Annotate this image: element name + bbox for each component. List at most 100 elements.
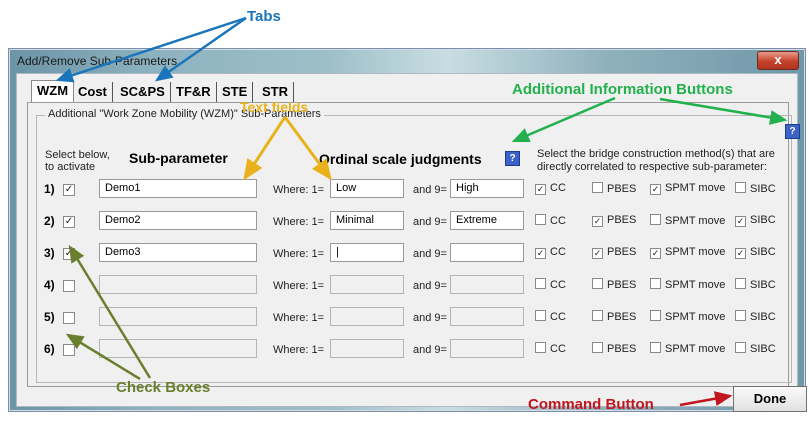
method-sibc-option[interactable]: SIBC — [735, 310, 776, 323]
method-spmt-label: SPMT move — [665, 246, 726, 258]
high-judgment-field[interactable]: Extreme — [450, 211, 524, 230]
method-cc-checkbox[interactable]: ✓ — [535, 184, 546, 195]
method-pbes-option[interactable]: ✓ PBES — [592, 246, 636, 259]
high-judgment-field[interactable]: High — [450, 179, 524, 198]
method-sibc-label: SIBC — [750, 279, 776, 291]
method-spmt-option[interactable]: ✓ SPMT move — [650, 182, 725, 195]
method-help-button[interactable]: ? — [785, 124, 800, 139]
high-judgment-field[interactable] — [450, 307, 524, 326]
method-cc-option[interactable]: ✓ CC — [535, 182, 566, 195]
sub-parameter-name-field[interactable] — [99, 339, 257, 358]
method-spmt-checkbox[interactable] — [650, 278, 661, 289]
activate-checkbox[interactable] — [63, 280, 75, 292]
method-spmt-checkbox[interactable] — [650, 310, 661, 321]
low-judgment-field[interactable] — [330, 275, 404, 294]
tab-tfr[interactable]: TF&R — [171, 82, 217, 102]
method-sibc-checkbox[interactable] — [735, 342, 746, 353]
tab-cost[interactable]: Cost — [73, 82, 113, 102]
low-judgment-field[interactable] — [330, 339, 404, 358]
method-spmt-option[interactable]: ✓ SPMT move — [650, 246, 725, 259]
high-judgment-field[interactable] — [450, 243, 524, 262]
tab-scps[interactable]: SC&PS — [115, 82, 171, 102]
method-cc-label: CC — [550, 182, 566, 194]
done-button[interactable]: Done — [733, 386, 807, 412]
method-spmt-checkbox[interactable]: ✓ — [650, 248, 661, 259]
method-sibc-checkbox[interactable] — [735, 310, 746, 321]
sub-parameter-name-field[interactable] — [99, 307, 257, 326]
method-pbes-checkbox[interactable]: ✓ — [592, 216, 603, 227]
method-spmt-option[interactable]: SPMT move — [650, 342, 725, 355]
ordinal-help-button[interactable]: ? — [505, 151, 520, 166]
annotation-text-fields: Text fields — [240, 99, 309, 115]
activate-checkbox[interactable]: ✓ — [63, 184, 75, 196]
method-cc-option[interactable]: CC — [535, 310, 566, 323]
sub-parameter-name-field[interactable]: Demo2 — [99, 211, 257, 230]
method-cc-checkbox[interactable] — [535, 214, 546, 225]
sub-parameter-name-field[interactable]: Demo3 — [99, 243, 257, 262]
method-sibc-option[interactable]: SIBC — [735, 342, 776, 355]
method-sibc-checkbox[interactable] — [735, 278, 746, 289]
method-spmt-option[interactable]: SPMT move — [650, 310, 725, 323]
method-cc-checkbox[interactable] — [535, 342, 546, 353]
activate-checkbox[interactable]: ✓ — [63, 216, 75, 228]
method-sibc-option[interactable]: ✓ SIBC — [735, 214, 776, 227]
method-pbes-label: PBES — [607, 183, 637, 195]
method-spmt-option[interactable]: SPMT move — [650, 278, 725, 291]
method-pbes-checkbox[interactable] — [592, 182, 603, 193]
close-button[interactable]: x — [757, 51, 799, 70]
method-spmt-checkbox[interactable] — [650, 342, 661, 353]
method-pbes-checkbox[interactable] — [592, 342, 603, 353]
method-spmt-option[interactable]: SPMT move — [650, 214, 725, 227]
method-pbes-option[interactable]: PBES — [592, 342, 636, 355]
method-cc-option[interactable]: CC — [535, 214, 566, 227]
method-cc-option[interactable]: CC — [535, 278, 566, 291]
where-label: Where: 1= — [273, 184, 325, 196]
and-9-label: and 9= — [413, 184, 447, 196]
method-pbes-option[interactable]: PBES — [592, 310, 636, 323]
method-pbes-checkbox[interactable] — [592, 310, 603, 321]
method-pbes-option[interactable]: PBES — [592, 182, 636, 195]
low-judgment-field[interactable]: Minimal — [330, 211, 404, 230]
method-cc-label: CC — [550, 311, 566, 323]
method-cc-checkbox[interactable]: ✓ — [535, 248, 546, 259]
method-sibc-label: SIBC — [750, 214, 776, 226]
method-pbes-label: PBES — [607, 214, 637, 226]
activate-checkbox[interactable] — [63, 312, 75, 324]
method-pbes-option[interactable]: ✓ PBES — [592, 214, 636, 227]
low-judgment-field[interactable]: Low — [330, 179, 404, 198]
method-pbes-checkbox[interactable]: ✓ — [592, 248, 603, 259]
dialog-window: Add/Remove Sub-Parameters x WZM Cost SC&… — [8, 48, 807, 412]
low-judgment-field[interactable]: | — [330, 243, 404, 262]
method-cc-checkbox[interactable] — [535, 310, 546, 321]
dialog-client-area: WZM Cost SC&PS TF&R STE STR Additional "… — [16, 73, 807, 412]
tab-wzm[interactable]: WZM — [31, 80, 75, 103]
and-9-label: and 9= — [413, 216, 447, 228]
method-sibc-label: SIBC — [750, 311, 776, 323]
where-label: Where: 1= — [273, 344, 325, 356]
method-cc-option[interactable]: CC — [535, 342, 566, 355]
method-sibc-checkbox[interactable]: ✓ — [735, 216, 746, 227]
high-judgment-field[interactable] — [450, 339, 524, 358]
where-label: Where: 1= — [273, 248, 325, 260]
method-sibc-option[interactable]: SIBC — [735, 182, 776, 195]
ordinal-scale-header: Ordinal scale judgments — [319, 151, 482, 167]
to-activate-label: to activate — [45, 161, 96, 173]
method-pbes-checkbox[interactable] — [592, 278, 603, 289]
method-sibc-option[interactable]: ✓ SIBC — [735, 246, 776, 259]
method-spmt-checkbox[interactable]: ✓ — [650, 184, 661, 195]
sub-parameter-name-field[interactable]: Demo1 — [99, 179, 257, 198]
sub-parameter-name-field[interactable] — [99, 275, 257, 294]
method-spmt-checkbox[interactable] — [650, 214, 661, 225]
activate-checkbox[interactable]: ✓ — [63, 248, 75, 260]
method-cc-option[interactable]: ✓ CC — [535, 246, 566, 259]
activate-checkbox[interactable] — [63, 344, 75, 356]
low-judgment-field[interactable] — [330, 307, 404, 326]
high-judgment-field[interactable] — [450, 275, 524, 294]
method-instructions-line2: directly correlated to respective sub-pa… — [537, 161, 767, 173]
row-number: 4) — [44, 278, 55, 292]
method-pbes-option[interactable]: PBES — [592, 278, 636, 291]
method-cc-checkbox[interactable] — [535, 278, 546, 289]
method-sibc-checkbox[interactable]: ✓ — [735, 248, 746, 259]
method-sibc-checkbox[interactable] — [735, 182, 746, 193]
method-sibc-option[interactable]: SIBC — [735, 278, 776, 291]
